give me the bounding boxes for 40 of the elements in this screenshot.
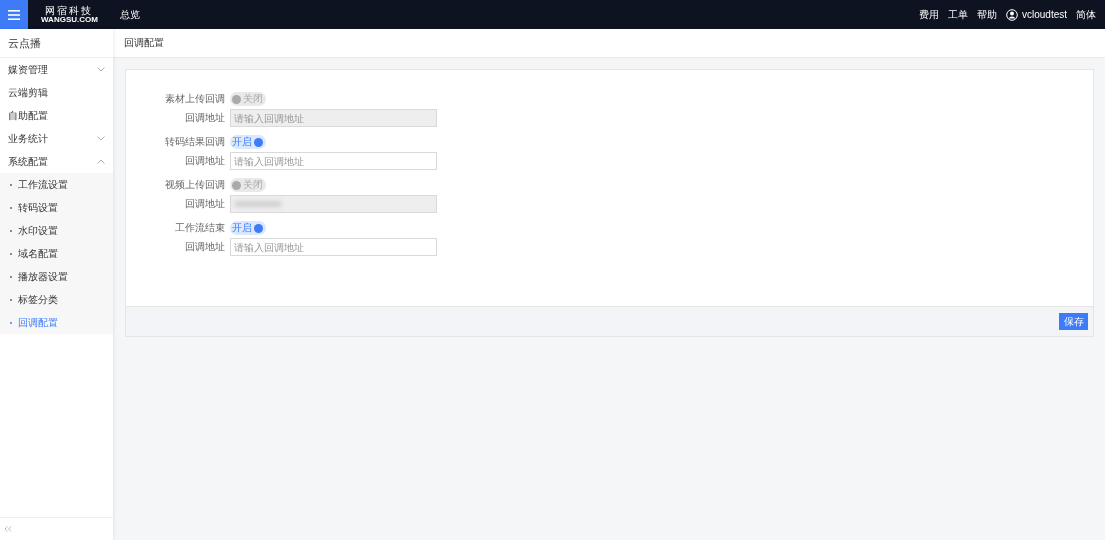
menu-icon [8,9,20,20]
field-label: 回调地址 [184,111,225,125]
input-field[interactable]: 请输入回调地址 [230,152,437,170]
header-link[interactable]: 费用 [918,7,939,22]
sidebar-item[interactable]: 媒资管理 [0,58,113,81]
sidebar-item[interactable]: 业务统计 [0,127,113,150]
sidebar-subitem[interactable]: 域名配置 [0,242,113,265]
field-label: 回调地址 [184,240,225,254]
input-field[interactable] [230,195,437,213]
save-button[interactable]: 保存 [1059,313,1088,330]
header-link[interactable]: 工单 [947,7,968,22]
sidebar-item[interactable]: 云端剪辑 [0,81,113,104]
sidebar-subitem[interactable]: 回调配置 [0,311,113,334]
field-label: 视频上传回调 [164,178,225,192]
sidebar-subitem[interactable]: 标签分类 [0,288,113,311]
sidebar-subitem[interactable]: 转码设置 [0,196,113,219]
sidebar-subitem[interactable]: 工作流设置 [0,173,113,196]
field-label: 素材上传回调 [164,92,225,106]
sidebar-subitem[interactable]: 水印设置 [0,219,113,242]
logo-title: 网宿科技 [45,5,94,16]
chevron-up-icon [97,159,105,164]
collapse-icon[interactable] [4,526,12,532]
menu-button[interactable] [0,0,28,29]
field-label: 回调地址 [184,197,225,211]
logo-subtitle: WANGSU.COM [41,15,98,24]
header-link[interactable]: 帮助 [976,7,997,22]
sidebar-item[interactable]: 系统配置 [0,150,113,173]
sidebar-subitem[interactable]: 播放器设置 [0,265,113,288]
field-label: 转码结果回调 [164,135,225,149]
language-link[interactable]: 简体 [1076,7,1096,22]
sidebar-item[interactable]: 自助配置 [0,104,113,127]
field-label: 工作流结束 [174,221,225,235]
user-icon [1005,8,1018,21]
page-title: 回调配置 [113,29,1105,57]
chevron-down-icon [97,136,105,141]
field-label: 回调地址 [184,154,225,168]
chevron-down-icon [97,67,105,72]
user-menu[interactable]: vcloudtest [1005,8,1067,21]
input-field[interactable]: 请输入回调地址 [230,238,437,256]
nav-link[interactable]: 总览 [119,7,140,22]
